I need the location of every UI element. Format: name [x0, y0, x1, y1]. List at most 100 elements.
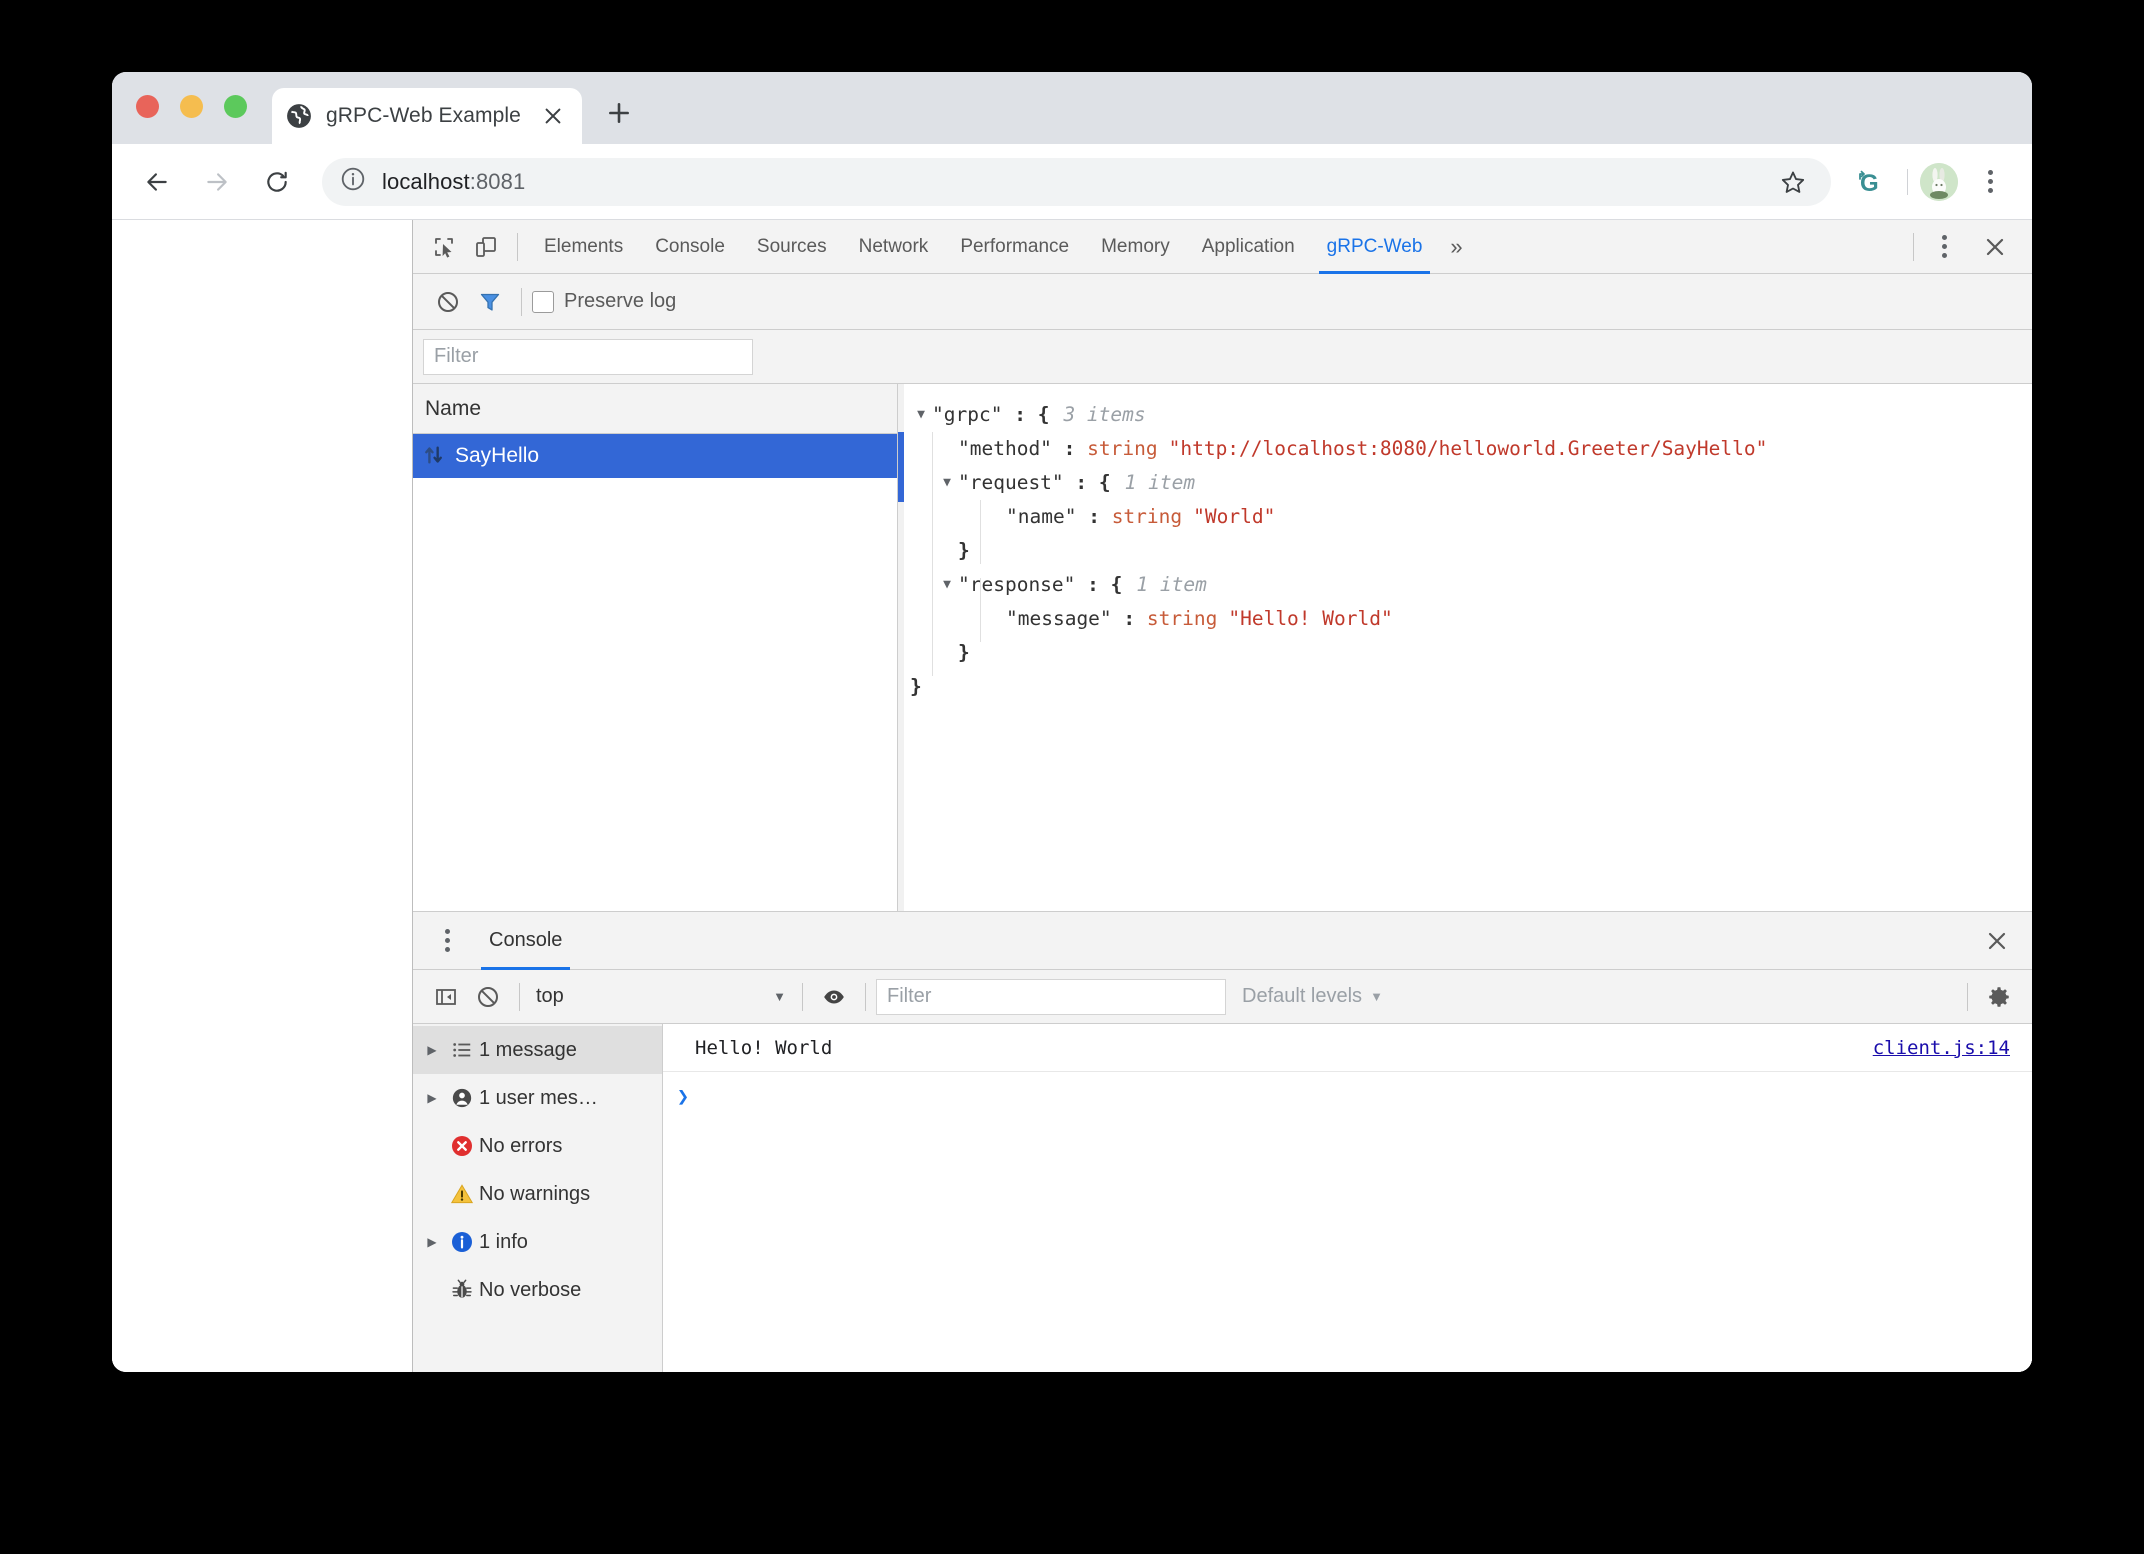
- json-scrollbar[interactable]: [898, 384, 904, 911]
- toolbar-divider: [517, 232, 518, 261]
- tab-performance[interactable]: Performance: [944, 220, 1085, 274]
- clear-console-icon[interactable]: [467, 976, 509, 1018]
- page-content: [112, 220, 413, 1372]
- json-row[interactable]: "name" : string "World": [910, 500, 2032, 534]
- tab-title: gRPC-Web Example: [326, 104, 521, 127]
- devtools-menu-icon[interactable]: [1924, 227, 1964, 267]
- live-expression-icon[interactable]: [813, 976, 855, 1018]
- disclosure-triangle-icon[interactable]: ▼: [936, 466, 958, 500]
- reload-icon[interactable]: [254, 159, 300, 205]
- drawer-tabbar-right: [1976, 920, 2018, 962]
- disclosure-triangle-icon[interactable]: ▶: [419, 1091, 445, 1105]
- preserve-log-checkbox[interactable]: Preserve log: [532, 290, 676, 313]
- checkbox-box[interactable]: [532, 290, 554, 313]
- json-separator: :: [1076, 505, 1112, 528]
- chevron-down-icon: ▼: [773, 989, 786, 1004]
- console-output: Hello! World client.js:14 ❯: [663, 1024, 2032, 1372]
- json-key: "grpc": [932, 403, 1003, 426]
- drawer-menu-icon[interactable]: [427, 921, 467, 961]
- console-sidebar-item-verbose[interactable]: No verbose: [413, 1266, 662, 1314]
- close-icon[interactable]: [538, 101, 568, 131]
- console-sidebar-label: 1 message: [479, 1038, 577, 1061]
- json-row[interactable]: "method" : string "http://localhost:8080…: [910, 432, 2032, 466]
- minimize-window-button[interactable]: [180, 95, 203, 118]
- globe-icon: [286, 103, 312, 129]
- toolbar-divider: [865, 982, 866, 1011]
- console-sidebar-item-user-messages[interactable]: ▶ 1 user mes…: [413, 1074, 662, 1122]
- name-column-header[interactable]: Name: [413, 384, 897, 434]
- tab-application[interactable]: Application: [1186, 220, 1311, 274]
- gear-icon[interactable]: [1978, 976, 2020, 1018]
- json-row[interactable]: ▼ "request" : { 1 item: [910, 466, 2032, 500]
- json-item-count: 1 item: [1124, 471, 1196, 494]
- json-key: "method": [958, 437, 1052, 460]
- console-sidebar-item-info[interactable]: ▶ 1 info: [413, 1218, 662, 1266]
- close-window-button[interactable]: [136, 95, 159, 118]
- url-text: localhost:8081: [382, 168, 526, 194]
- inspect-element-icon[interactable]: [423, 226, 465, 268]
- json-separator: :: [1051, 437, 1088, 460]
- console-context-select[interactable]: top ▼: [530, 985, 792, 1008]
- console-sidebar-item-messages[interactable]: ▶ 1 message: [413, 1026, 662, 1074]
- tab-network[interactable]: Network: [843, 220, 945, 274]
- console-context-value: top: [536, 985, 564, 1007]
- grpc-body: Name SayHello ▼ "grpc": {3 items "meth…: [413, 384, 2032, 912]
- json-row: }: [910, 636, 2032, 670]
- tab-memory[interactable]: Memory: [1085, 220, 1186, 274]
- disclosure-triangle-icon[interactable]: ▶: [419, 1235, 445, 1249]
- up-down-arrows-icon: [423, 444, 447, 468]
- new-tab-button[interactable]: [598, 92, 640, 134]
- maximize-window-button[interactable]: [224, 95, 247, 118]
- filter-funnel-icon[interactable]: [469, 281, 511, 323]
- tab-grpc-web[interactable]: gRPC-Web: [1311, 220, 1439, 274]
- device-toolbar-icon[interactable]: [465, 226, 507, 268]
- indent-guide: [980, 500, 981, 564]
- devtools-tabbar-right: [1903, 226, 2022, 268]
- console-filter-input[interactable]: Filter: [876, 978, 1226, 1015]
- console-sidebar-item-warnings[interactable]: No warnings: [413, 1170, 662, 1218]
- clear-log-icon[interactable]: [427, 281, 469, 323]
- json-row[interactable]: "message" : string "Hello! World": [910, 602, 2032, 636]
- console-sidebar-label: No verbose: [479, 1278, 582, 1301]
- indent-guide: [932, 432, 933, 676]
- json-value: "World": [1193, 505, 1276, 528]
- tab-console[interactable]: Console: [639, 220, 741, 274]
- show-console-sidebar-icon[interactable]: [425, 976, 467, 1018]
- json-separator: :: [1002, 403, 1038, 426]
- console-message-source[interactable]: client.js:14: [1873, 1037, 2010, 1059]
- json-item-count: 3 items: [1063, 403, 1146, 426]
- three-dot-menu-icon[interactable]: [1970, 162, 2010, 202]
- json-brace: }: [958, 539, 970, 562]
- tab-elements[interactable]: Elements: [528, 220, 639, 274]
- avatar[interactable]: [1920, 162, 1958, 201]
- disclosure-triangle-icon[interactable]: ▼: [910, 398, 932, 432]
- json-key: "name": [1006, 505, 1077, 528]
- tab-console-drawer[interactable]: Console: [473, 912, 578, 970]
- drawer-tabbar: Console: [413, 912, 2032, 970]
- json-separator: :: [1075, 573, 1111, 596]
- grpc-filter-input[interactable]: Filter: [423, 338, 753, 375]
- json-item-count: 1 item: [1136, 573, 1207, 596]
- grpc-entry-sayhello[interactable]: SayHello: [413, 434, 897, 478]
- disclosure-triangle-icon[interactable]: ▶: [419, 1043, 445, 1057]
- disclosure-triangle-icon[interactable]: ▼: [936, 568, 958, 602]
- tab-sources[interactable]: Sources: [741, 220, 843, 274]
- grpc-extension-icon[interactable]: G: [1845, 160, 1889, 204]
- browser-tab[interactable]: gRPC-Web Example: [272, 88, 582, 144]
- json-row[interactable]: ▼ "grpc" : { 3 items: [910, 398, 2032, 432]
- close-icon[interactable]: [1976, 920, 2018, 962]
- console-message-row[interactable]: Hello! World client.js:14: [663, 1024, 2032, 1072]
- star-icon[interactable]: [1773, 162, 1813, 202]
- console-levels-select[interactable]: Default levels ▼: [1242, 985, 1383, 1008]
- close-icon[interactable]: [1974, 226, 2016, 268]
- grpc-name-list: Name SayHello: [413, 384, 898, 911]
- arrow-right-icon[interactable]: [194, 159, 240, 205]
- arrow-left-icon[interactable]: [134, 159, 180, 205]
- json-row[interactable]: ▼ "response" : { 1 item: [910, 568, 2032, 602]
- console-prompt[interactable]: ❯: [663, 1072, 2032, 1120]
- more-tabs-button[interactable]: »: [1438, 220, 1474, 274]
- console-sidebar-item-errors[interactable]: No errors: [413, 1122, 662, 1170]
- address-bar[interactable]: localhost:8081: [322, 157, 1831, 206]
- info-circle-icon[interactable]: [340, 166, 366, 197]
- chevron-down-icon: ▼: [1370, 989, 1383, 1004]
